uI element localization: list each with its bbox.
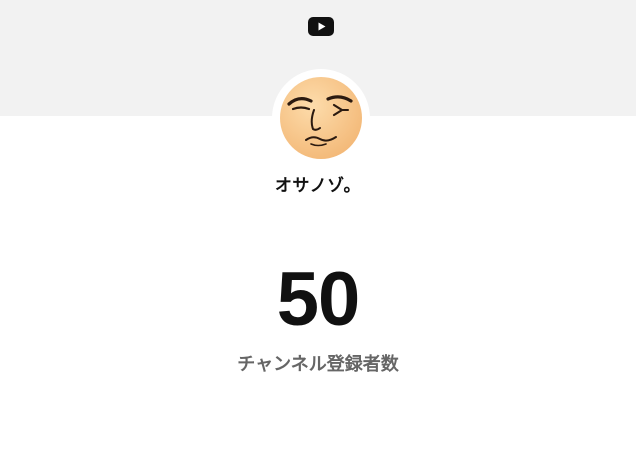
- youtube-icon[interactable]: [308, 17, 334, 36]
- channel-name[interactable]: オサノゾ。: [0, 171, 636, 196]
- channel-avatar[interactable]: [280, 77, 362, 159]
- subscriber-label: チャンネル登録者数: [237, 354, 399, 375]
- subscriber-count: 50: [276, 257, 361, 342]
- subscriber-counter-page: オサノゾ。 50 チャンネル登録者数: [0, 0, 636, 460]
